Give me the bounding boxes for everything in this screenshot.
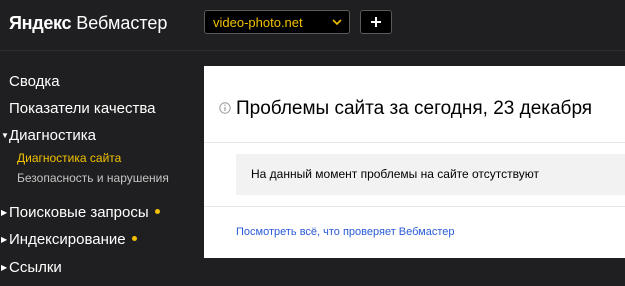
add-site-button[interactable]: [360, 10, 392, 34]
sidebar-nav: Сводка Показатели качества ▼ Диагностика …: [0, 51, 204, 286]
site-select-value: video-photo.net: [213, 15, 303, 30]
sidebar-item-diagnostics[interactable]: ▼Диагностика: [0, 126, 96, 146]
status-notice: На данный момент проблемы на сайте отсут…: [236, 154, 625, 195]
info-icon[interactable]: [219, 102, 231, 114]
notification-dot: [131, 236, 137, 241]
sidebar-item-label: Поисковые запросы: [9, 204, 149, 221]
view-all-checks-link[interactable]: Посмотреть всё, что проверяет Вебмастер: [236, 225, 455, 239]
sidebar-item-links[interactable]: ▶ Ссылки: [0, 258, 62, 278]
site-select[interactable]: video-photo.net: [204, 10, 350, 34]
caret-right-icon: ▶: [1, 235, 8, 244]
brand-webmaster: Вебмастер: [76, 13, 168, 33]
top-header: Яндекс Вебмастер video-photo.net: [0, 0, 625, 50]
title-divider: [204, 142, 625, 143]
sidebar-item-label: Сводка: [9, 73, 60, 90]
sidebar-subitem-site-diagnostics[interactable]: Диагностика сайта: [17, 151, 121, 166]
caret-right-icon: ▶: [1, 208, 8, 217]
sidebar-item-label: Показатели качества: [9, 100, 156, 117]
caret-down-icon: ▼: [1, 131, 9, 140]
sidebar-item-search-queries[interactable]: ▶ Поисковые запросы: [0, 203, 160, 223]
status-notice-text: На данный момент проблемы на сайте отсут…: [251, 167, 539, 181]
brand-yandex: Яндекс: [9, 13, 72, 33]
page-title-text: Проблемы сайта за сегодня, 23 декабря: [236, 98, 593, 119]
sidebar-subitem-security[interactable]: Безопасность и нарушения: [17, 171, 169, 186]
sidebar-item-label: Индексирование: [9, 231, 126, 248]
chevron-down-icon: [332, 19, 342, 26]
sidebar-item-label: Диагностика: [9, 127, 96, 144]
caret-right-icon: ▶: [1, 263, 8, 272]
sidebar-item-quality[interactable]: Показатели качества: [0, 99, 156, 119]
sidebar-item-indexing[interactable]: ▶ Индексирование: [0, 230, 137, 250]
plus-icon: [371, 17, 381, 27]
notice-divider: [204, 206, 625, 207]
main-panel: Проблемы сайта за сегодня, 23 декабря На…: [204, 66, 625, 258]
yandex-webmaster-logo[interactable]: Яндекс Вебмастер: [9, 11, 167, 35]
sidebar-item-summary[interactable]: Сводка: [0, 72, 60, 92]
notification-dot: [154, 209, 160, 214]
sidebar-item-label: Ссылки: [9, 259, 62, 276]
